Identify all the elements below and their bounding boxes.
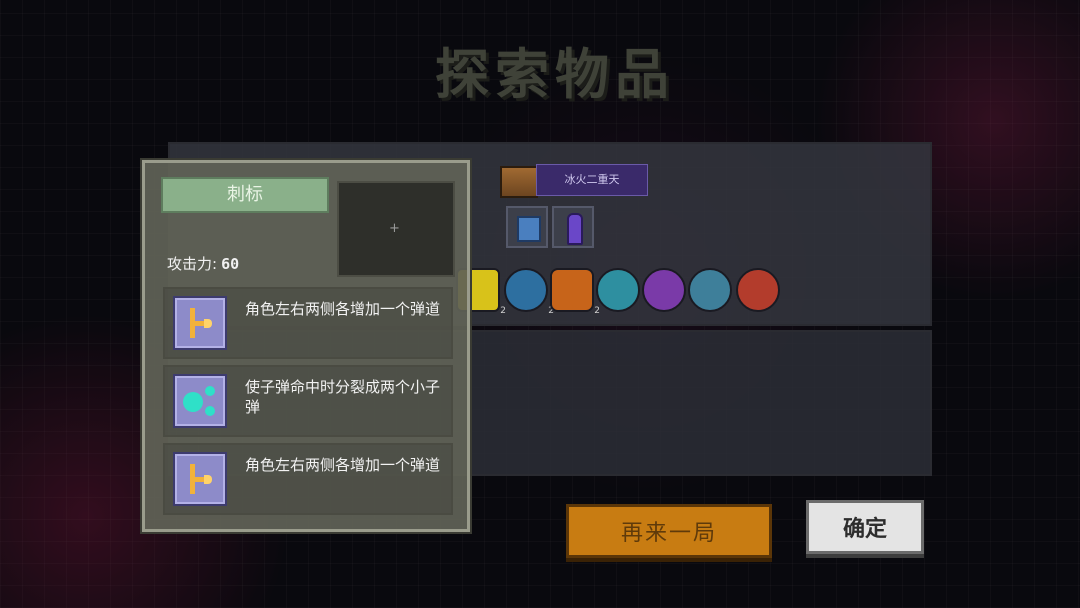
side-barrel-icon [173,296,227,350]
perk-item: 使子弹命中时分裂成两个小子弹 [163,365,453,437]
book-slot[interactable] [506,206,548,248]
fan-blade-icon[interactable] [688,268,732,312]
attack-stat: 攻击力: 60 [167,253,239,274]
weapon-tag[interactable]: 冰火二重天 [500,164,648,198]
screen-title: 探索物品 [435,43,675,106]
confirm-button[interactable]: 确定 [806,500,924,554]
perk-item: 角色左右两侧各增加一个弹道 [163,287,453,359]
vial-icon [567,213,583,245]
purple-gem-icon[interactable] [642,268,686,312]
weapon-name: 冰火二重天 [536,164,648,196]
red-shield-icon[interactable] [736,268,780,312]
item-preview: + [337,181,455,277]
preview-marker: + [389,221,400,236]
item-count: 2 [500,306,506,316]
item-tooltip: 刺标 + 攻击力: 60 角色左右两侧各增加一个弹道 使子弹命中时分裂成两个小子弹… [140,158,472,534]
vial-slot[interactable] [552,206,594,248]
blue-disc-icon[interactable]: 2 [504,268,554,316]
item-count: 2 [594,306,600,316]
side-barrel-icon [173,452,227,506]
orange-ring-icon[interactable]: 2 [550,268,600,316]
ice-crystal-icon[interactable] [596,268,640,312]
item-name: 刺标 [161,177,329,213]
perk-item: 角色左右两侧各增加一个弹道 [163,443,453,515]
perk-text: 角色左右两侧各增加一个弹道 [245,300,441,318]
retry-button[interactable]: 再来一局 [566,504,772,558]
attack-value: 60 [221,255,240,273]
item-row: 2 2 2 [456,268,786,316]
book-icon [517,216,541,242]
perk-text: 使子弹命中时分裂成两个小子弹 [245,378,441,416]
split-bullet-icon [173,374,227,428]
perk-text: 角色左右两侧各增加一个弹道 [245,456,441,474]
weapon-icon [500,166,538,198]
attack-label: 攻击力: [167,255,218,273]
